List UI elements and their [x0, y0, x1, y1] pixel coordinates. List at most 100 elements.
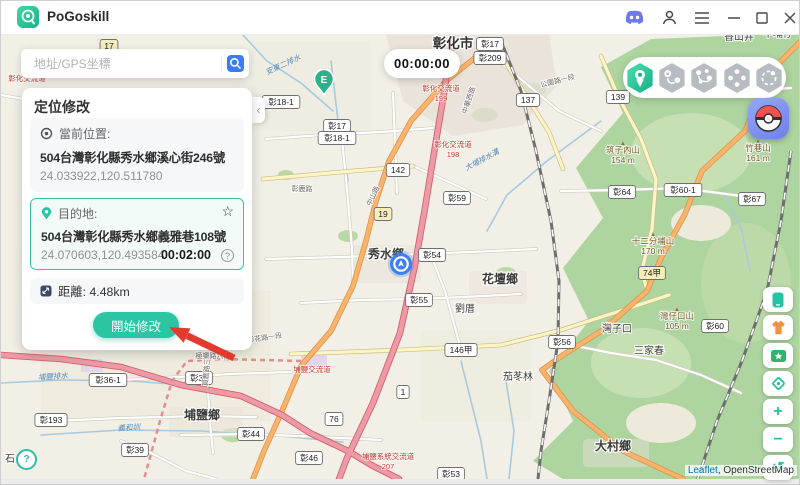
start-teleport-button[interactable]: 開始修改	[93, 312, 179, 338]
map-label: 19	[378, 209, 388, 219]
multi-spot-mode-button[interactable]	[689, 63, 719, 93]
osm-credit: , OpenStreetMap	[718, 465, 794, 476]
map-label: 三家春	[634, 344, 664, 357]
map-label: 埔鹽鄉	[184, 407, 220, 422]
app-title: PoGoskill	[47, 9, 109, 24]
cooldown-button[interactable]	[763, 315, 793, 340]
search-button[interactable]	[227, 55, 244, 72]
current-location-box: 當前位置: 504台灣彰化縣秀水鄉溪心街246號 24.033922,120.5…	[30, 118, 244, 192]
discord-icon[interactable]	[622, 1, 646, 34]
maximize-button[interactable]	[750, 1, 774, 34]
map-label: 彰36-1	[95, 375, 121, 385]
map-label: 彰17	[328, 121, 346, 131]
target-icon	[40, 127, 53, 140]
close-button[interactable]	[778, 1, 800, 34]
help-button[interactable]: ?	[16, 449, 37, 470]
session-timer: 00:00:00	[384, 49, 460, 78]
map-label: 石	[5, 454, 15, 465]
map-label: 茄苳林	[503, 370, 533, 383]
map-label: 139	[611, 92, 625, 102]
map-label: 彰56	[553, 337, 571, 347]
account-icon[interactable]	[657, 1, 681, 34]
panel-title: 定位修改	[34, 97, 90, 117]
map-label: 彰54	[423, 250, 441, 260]
map-label: 彰53	[442, 469, 460, 479]
map-label: 142	[391, 165, 405, 175]
map-label: 105 m	[665, 321, 689, 331]
route-mode-button[interactable]	[754, 63, 784, 93]
panel-collapse-button[interactable]: ‹	[252, 97, 265, 123]
gps-marker[interactable]	[388, 251, 415, 278]
location-panel: 定位修改 當前位置: 504台灣彰化縣秀水鄉溪心街246號 24.033922,…	[22, 88, 252, 350]
map-label: 170 m	[641, 246, 665, 256]
map-label: 彰39	[126, 445, 144, 455]
current-location-label: 當前位置:	[59, 125, 110, 142]
clearing	[626, 403, 696, 443]
distance-icon	[40, 285, 52, 297]
map-label: 199	[435, 94, 448, 103]
map-label: 彰67	[743, 194, 761, 204]
app-window: 17彰17彰209彰18-1彰17彰18-114219彰59彰54彰551371…	[0, 0, 800, 485]
svg-text:E: E	[321, 75, 328, 86]
destination-address: 504台灣彰化縣秀水鄉義雅巷108號	[41, 227, 226, 245]
joystick-mode-button[interactable]	[722, 63, 752, 93]
leaflet-link[interactable]: Leaflet	[688, 465, 718, 476]
teleport-mode-button[interactable]	[625, 63, 655, 93]
map-label: 161 m	[746, 153, 770, 163]
map-label: 大村鄉	[595, 438, 631, 453]
map-label: 彰55	[410, 295, 428, 305]
map-label: 76	[329, 414, 339, 424]
minimize-button[interactable]	[722, 1, 746, 34]
divider	[221, 56, 222, 72]
map-label: 彰18-1	[268, 97, 294, 107]
map-label: 彰44	[242, 429, 260, 439]
pokeball-button[interactable]	[748, 98, 789, 139]
search-icon	[229, 57, 242, 70]
map-label: 灣子口	[602, 323, 632, 335]
pokeball-icon	[754, 104, 783, 133]
shirt-icon	[769, 319, 788, 336]
menu-icon[interactable]	[690, 1, 714, 34]
device-button[interactable]	[763, 287, 793, 312]
map-label: 彰17	[481, 39, 499, 49]
titlebar: PoGoskill	[1, 1, 800, 35]
current-address: 504台灣彰化縣秀水鄉溪心街246號	[40, 148, 225, 166]
help-circle-icon[interactable]: ?	[221, 249, 234, 262]
map-label: 1	[401, 387, 406, 397]
locate-button[interactable]	[763, 371, 793, 396]
app-logo-icon	[17, 6, 39, 28]
window-bottom-strip	[1, 479, 800, 485]
favorite-star-icon[interactable]: ☆	[221, 203, 234, 220]
bag-star-icon	[770, 348, 787, 363]
map-label: 灣仔口山	[660, 311, 694, 321]
map-label: 彰鹿路	[292, 184, 313, 193]
map-label: 大埔排水溝	[463, 146, 502, 172]
map-label: 彰60	[706, 321, 724, 331]
map-label: 137	[521, 95, 535, 105]
forest-area	[591, 328, 691, 398]
destination-coords: 24.070603,120.493584	[41, 248, 164, 262]
zoom-out-button[interactable]: −	[763, 427, 793, 452]
search-bar	[21, 49, 249, 78]
map-label: 198	[447, 150, 460, 159]
farmland-area	[251, 41, 371, 131]
current-coords: 24.033922,120.511780	[40, 169, 163, 183]
search-input[interactable]	[32, 56, 221, 72]
map-label: 極樂路六段	[196, 351, 231, 360]
forest-area	[631, 113, 751, 193]
mode-switcher	[623, 57, 786, 98]
map-label: 花壇鄉	[482, 271, 518, 286]
destination-box[interactable]: 目的地: ☆ 504台灣彰化縣秀水鄉義雅巷108號 24.070603,120.…	[30, 198, 244, 270]
map-label: 彰18-1	[324, 133, 350, 143]
map-label: 義和圳	[117, 422, 142, 433]
map-label: 154 m	[611, 155, 635, 165]
two-spot-mode-button[interactable]	[657, 63, 687, 93]
locate-icon	[770, 375, 787, 392]
backpack-button[interactable]	[763, 343, 793, 368]
map-label: 彰化交流道	[422, 83, 460, 93]
map-label: 彰46	[300, 453, 318, 463]
map-attribution: Leaflet, OpenStreetMap	[685, 465, 797, 476]
map-label: 146甲	[450, 345, 473, 355]
map-label: 劉厝	[455, 302, 475, 315]
zoom-in-button[interactable]: +	[763, 399, 793, 424]
